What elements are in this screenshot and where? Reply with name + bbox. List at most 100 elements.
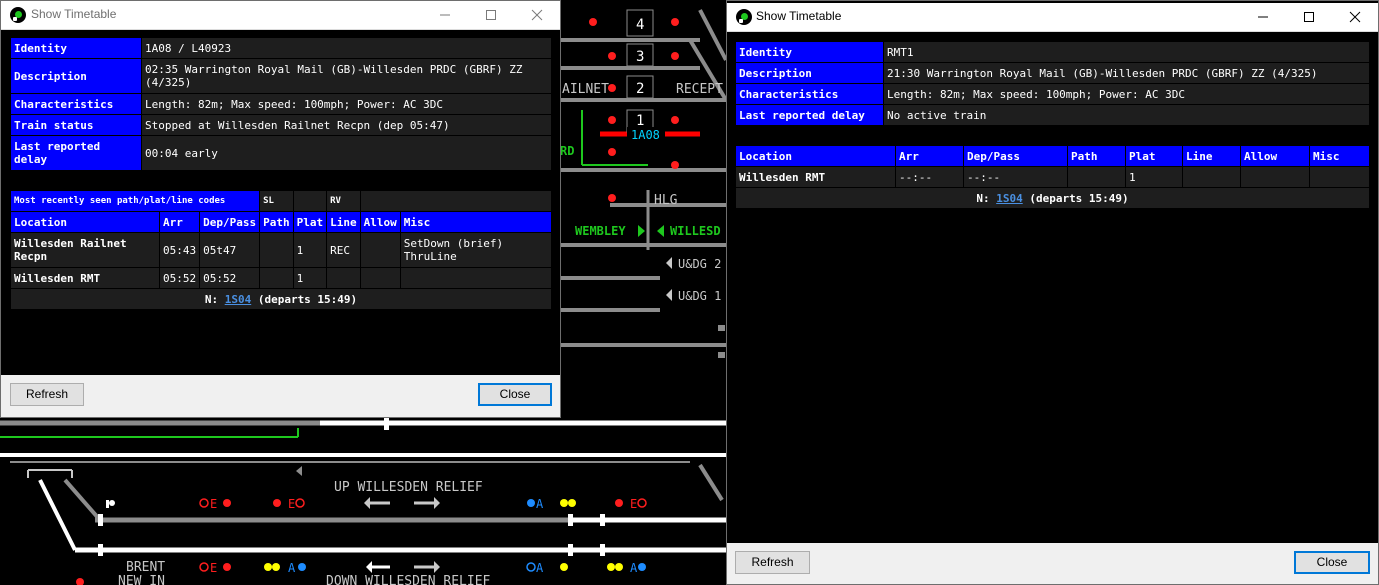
next-working-link[interactable]: 1S04 (996, 192, 1023, 205)
maximize-button[interactable] (468, 1, 514, 29)
next-working-row: N: 1S04 (departs 15:49) (10, 288, 552, 310)
line-cell (326, 267, 361, 289)
line-cell: REC (326, 232, 361, 268)
description-value: 21:30 Warrington Royal Mail (GB)-Willesd… (883, 62, 1370, 84)
timetable-window-1A08: Show Timetable Identity 1A08 / L40923 Des… (0, 0, 561, 418)
column-header: Allow (359, 211, 401, 233)
path-cell (259, 232, 294, 268)
column-header: Location (10, 211, 160, 233)
next-working-link[interactable]: 1S04 (225, 293, 252, 306)
info-label: Last reported delay (10, 135, 142, 171)
misc-cell: SetDown (brief) ThruLine (399, 232, 553, 268)
label-udg1: U&DG 1 (678, 289, 721, 303)
headcode-1A08[interactable]: 1A08 (631, 128, 660, 142)
info-label: Characteristics (10, 93, 142, 115)
codes-label: Most recently seen path/plat/line codes (9, 190, 261, 212)
title-bar[interactable]: Show Timetable (1, 1, 560, 30)
code-cell (359, 190, 553, 212)
timetable-window-RMT1: Show Timetable Identity RMT1 Description 2… (726, 0, 1379, 585)
table-row: Willesden RMT --:-- --:-- 1 (735, 166, 1370, 188)
platform-number: 4 (636, 17, 644, 33)
column-header: Arr (158, 211, 201, 233)
allow-cell (359, 267, 401, 289)
signal-label: A (536, 497, 544, 511)
column-header: Line (1182, 145, 1241, 167)
label-hlg: HLG (654, 193, 678, 208)
refresh-button[interactable]: Refresh (735, 551, 810, 574)
minimize-button[interactable] (1240, 3, 1286, 31)
label-willesden: WILLESD (670, 224, 721, 238)
code-cell: SL (259, 190, 294, 212)
label-udg2: U&DG 2 (678, 257, 721, 271)
info-label: Identity (735, 41, 884, 63)
code-cell (292, 190, 328, 212)
close-window-button[interactable] (514, 1, 560, 29)
signal-label: E (210, 561, 217, 575)
label-new-in: NEW IN (118, 574, 165, 585)
close-icon (1349, 11, 1361, 23)
signal-label: E (630, 497, 637, 511)
refresh-button[interactable]: Refresh (10, 383, 84, 406)
label-brent: BRENT (126, 560, 165, 575)
train-info-table: Identity 1A08 / L40923 Description 02:35 W… (10, 37, 552, 171)
next-suffix: (departs 15:49) (257, 292, 358, 306)
column-header: Dep/Pass (199, 211, 261, 233)
app-icon (10, 7, 26, 23)
column-header: Path (259, 211, 294, 233)
close-icon (531, 9, 543, 21)
info-label: Train status (10, 114, 142, 136)
platform-number: 2 (636, 81, 644, 97)
delay-value: 00:04 early (141, 135, 552, 171)
dep-cell: 05:52 (199, 267, 261, 289)
misc-cell (399, 267, 553, 289)
close-button[interactable]: Close (1294, 551, 1370, 574)
label-railnet: AILNET (562, 82, 609, 97)
signal-label: A (630, 561, 638, 575)
delay-value: No active train (883, 104, 1370, 126)
description-value: 02:35 Warrington Royal Mail (GB)-Willesd… (141, 58, 552, 94)
allow-cell (1240, 166, 1310, 188)
info-label: Description (735, 62, 884, 84)
characteristics-value: Length: 82m; Max speed: 100mph; Power: A… (883, 83, 1370, 105)
line-cell (1182, 166, 1241, 188)
label-rd: RD (560, 144, 574, 158)
plat-cell: 1 (292, 267, 328, 289)
button-bar: Refresh Close (1, 375, 560, 417)
next-prefix: N: (976, 191, 990, 205)
identity-value: 1A08 / L40923 (141, 37, 552, 59)
arr-cell: 05:52 (158, 267, 201, 289)
info-label: Characteristics (735, 83, 884, 105)
signal-label: A (536, 561, 544, 575)
location-cell: Willesden Railnet Recpn (10, 232, 160, 268)
arr-cell: --:-- (895, 166, 964, 188)
location-cell: Willesden RMT (735, 166, 896, 188)
table-row: Willesden RMT 05:52 05:52 1 (10, 267, 553, 289)
arr-cell: 05:43 (158, 232, 201, 268)
column-header: Misc (399, 211, 553, 233)
schedule-table: Location Arr Dep/Pass Path Plat Line All… (735, 145, 1370, 209)
signal-label: E (210, 497, 217, 511)
signal-label: A (288, 561, 296, 575)
plat-cell: 1 (1125, 166, 1183, 188)
column-header: Location (735, 145, 896, 167)
info-label: Identity (10, 37, 142, 59)
platform-number: 3 (636, 49, 644, 65)
close-window-button[interactable] (1332, 3, 1378, 31)
maximize-icon (486, 10, 496, 20)
plat-cell: 1 (292, 232, 328, 268)
title-bar[interactable]: Show Timetable (727, 3, 1378, 32)
misc-cell (1309, 166, 1370, 188)
schedule-table: Most recently seen path/plat/line codes … (9, 190, 553, 310)
minimize-button[interactable] (422, 1, 468, 29)
column-header: Misc (1309, 145, 1370, 167)
minimize-icon (1258, 16, 1268, 18)
minimize-icon (440, 14, 450, 16)
app-icon (736, 9, 752, 25)
location-cell: Willesden RMT (10, 267, 160, 289)
allow-cell (359, 232, 401, 268)
column-header: Allow (1240, 145, 1310, 167)
dep-cell: --:-- (963, 166, 1068, 188)
column-header: Path (1067, 145, 1126, 167)
close-button[interactable]: Close (478, 383, 552, 406)
maximize-button[interactable] (1286, 3, 1332, 31)
